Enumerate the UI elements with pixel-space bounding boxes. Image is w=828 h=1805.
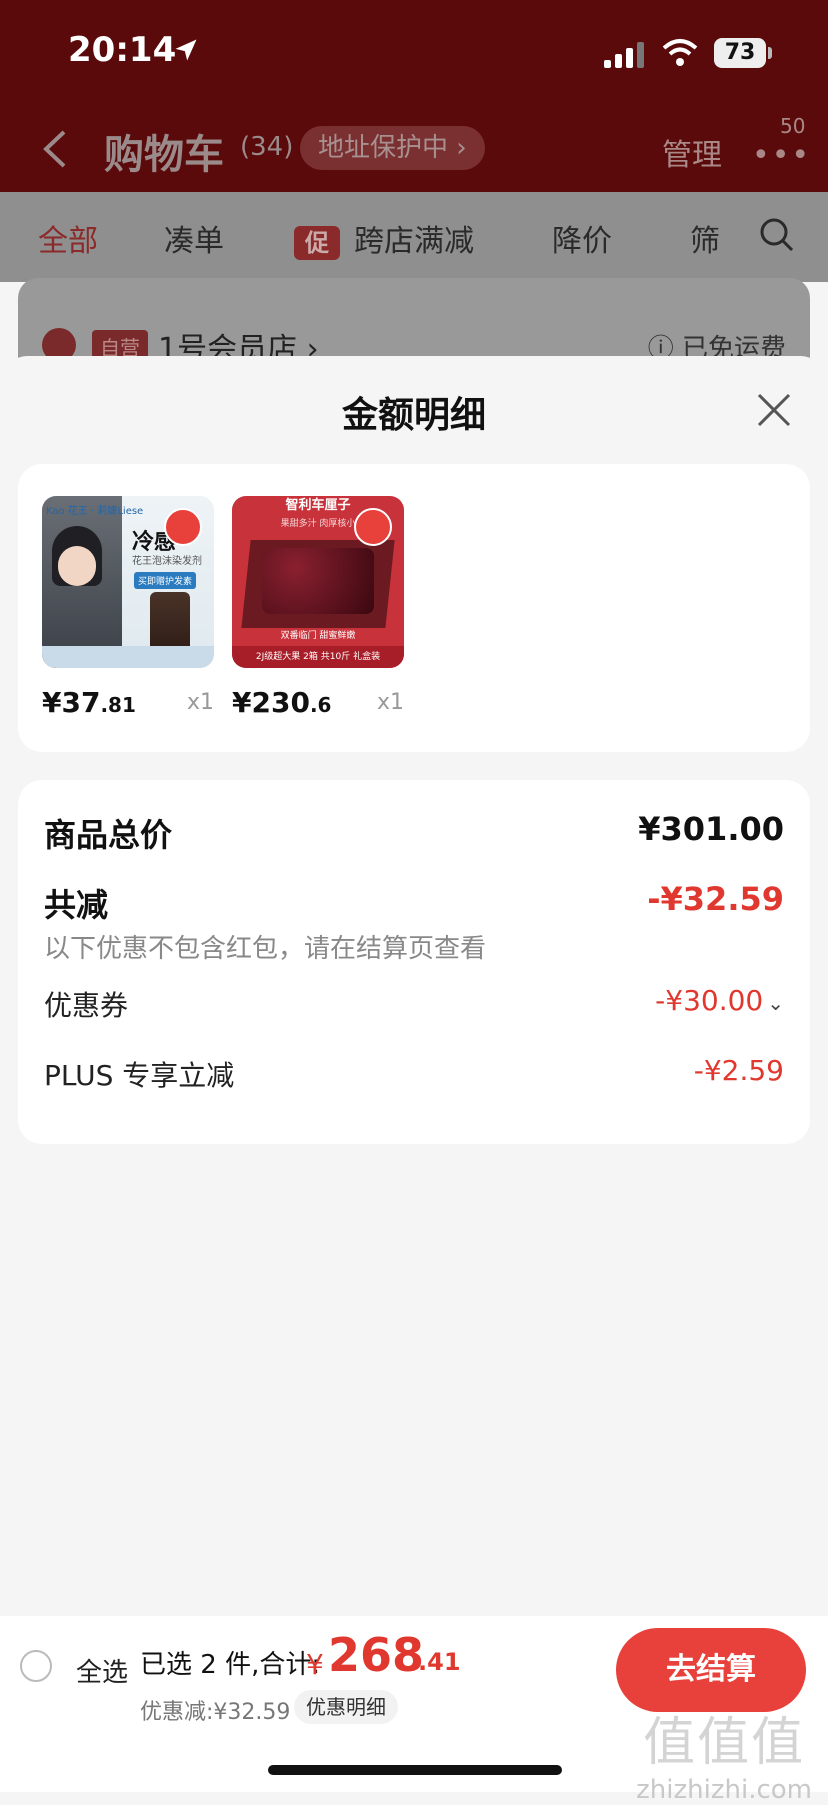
close-icon[interactable] xyxy=(756,392,792,428)
plus-label: PLUS 专享立减 xyxy=(44,1059,235,1092)
discount-note: 以下优惠不包含红包，请在结算页查看 xyxy=(44,934,487,964)
product-item[interactable]: Kao 花王 · 莉婕Liese 冷感 花王泡沫染发剂 买即赠护发素 ¥37.8… xyxy=(42,496,214,719)
thumb-brand: Kao 花王 · 莉婕Liese xyxy=(46,506,144,517)
saved-amount: 优惠减:¥32.59 xyxy=(140,1700,291,1725)
product-qty: x1 xyxy=(376,690,404,715)
filter-tabs: 全部 凑单 促跨店满减 降价 筛 xyxy=(0,192,828,282)
discount-label: 共减 xyxy=(44,886,109,924)
select-all-checkbox[interactable] xyxy=(20,1650,52,1682)
signal-icon xyxy=(604,42,644,68)
product-qty: x1 xyxy=(186,690,214,715)
navigation-bar: 购物车 (34) 地址保护中 › 管理 ••• 50 xyxy=(0,110,828,190)
home-indicator xyxy=(268,1765,562,1775)
manage-button[interactable]: 管理 xyxy=(662,130,722,174)
chevron-down-icon: ⌄ xyxy=(767,991,784,1015)
product-thumbnail: Kao 花王 · 莉婕Liese 冷感 花王泡沫染发剂 买即赠护发素 xyxy=(42,496,214,668)
thumb-footer2: 2J级超大果 2箱 共10斤 礼盒装 xyxy=(232,646,404,668)
tab-all[interactable]: 全部 xyxy=(38,216,98,260)
total-value: ¥301.00 xyxy=(638,810,784,848)
wifi-icon xyxy=(662,39,698,66)
battery-tip xyxy=(768,47,772,59)
cart-count: (34) xyxy=(240,132,294,162)
status-time: 20:14 xyxy=(68,30,177,70)
product-price: ¥37.81 xyxy=(42,686,136,719)
tab-price-drop[interactable]: 降价 xyxy=(552,216,612,260)
total-label: 商品总价 xyxy=(44,816,173,854)
thumb-badge: 买即赠护发素 xyxy=(134,572,197,589)
tab-cross-store-label: 跨店满减 xyxy=(354,224,474,259)
total-decimal: .41 xyxy=(418,1648,461,1676)
thumb-footer: 双番临门 甜蜜鲜嫩 xyxy=(280,631,356,641)
tab-bundle[interactable]: 凑单 xyxy=(164,216,224,260)
amount-detail-sheet: 金额明细 Kao 花王 · 莉婕Liese 冷感 花王泡沫染发剂 买即赠护发素 … xyxy=(0,356,828,1792)
location-arrow-icon xyxy=(175,39,197,61)
tab-filter[interactable]: 筛 xyxy=(690,216,720,260)
products-card: Kao 花王 · 莉婕Liese 冷感 花王泡沫染发剂 买即赠护发素 ¥37.8… xyxy=(18,464,810,752)
total-currency: ¥ xyxy=(306,1648,324,1681)
sheet-title: 金额明细 xyxy=(341,395,486,436)
price-summary-card: 商品总价 ¥301.00 共减 -¥32.59 以下优惠不包含红包，请在结算页查… xyxy=(18,780,810,1144)
thumb-line: 花王泡沫染发剂 xyxy=(132,556,202,567)
page-title: 购物车 xyxy=(104,132,224,178)
message-badge: 50 xyxy=(780,114,806,138)
back-icon[interactable] xyxy=(40,128,70,170)
product-price: ¥230.6 xyxy=(232,686,332,719)
product-item[interactable]: 智利车厘子 果甜多汁 肉厚核小 双番临门 甜蜜鲜嫩 2J级超大果 2箱 共10斤… xyxy=(232,496,404,719)
more-icon[interactable]: ••• xyxy=(752,138,811,173)
selected-count-text: 已选 2 件,合计: xyxy=(140,1650,321,1680)
promo-tag: 促 xyxy=(294,225,340,260)
watermark: 值值值 zhizhizhi.com xyxy=(636,1700,812,1805)
coupon-label: 优惠券 xyxy=(44,989,129,1022)
search-icon[interactable] xyxy=(758,216,794,252)
total-amount: 268 xyxy=(328,1628,425,1682)
plus-value: -¥2.59 xyxy=(693,1054,784,1087)
watermark-text: zhizhizhi.com xyxy=(636,1775,812,1805)
battery-indicator: 73 xyxy=(714,38,766,68)
check-icon xyxy=(164,508,202,546)
address-protection-pill[interactable]: 地址保护中 › xyxy=(300,126,485,170)
coupon-value: -¥30.00 xyxy=(655,984,764,1017)
watermark-logo: 值值值 xyxy=(643,1713,806,1773)
tab-cross-store[interactable]: 促跨店满减 xyxy=(294,216,474,260)
check-icon xyxy=(354,508,392,546)
discount-value: -¥32.59 xyxy=(647,880,784,918)
header-background: 20:14 73 购物车 (34) 地址保护中 › 管理 ••• 50 xyxy=(0,0,828,192)
product-thumbnail: 智利车厘子 果甜多汁 肉厚核小 双番临门 甜蜜鲜嫩 2J级超大果 2箱 共10斤… xyxy=(232,496,404,668)
status-bar: 20:14 73 xyxy=(0,0,828,100)
coupon-row[interactable]: -¥30.00 ⌄ xyxy=(655,984,784,1017)
discount-detail-button[interactable]: 优惠明细 xyxy=(294,1690,398,1724)
select-all-label[interactable]: 全选 xyxy=(76,1652,128,1689)
